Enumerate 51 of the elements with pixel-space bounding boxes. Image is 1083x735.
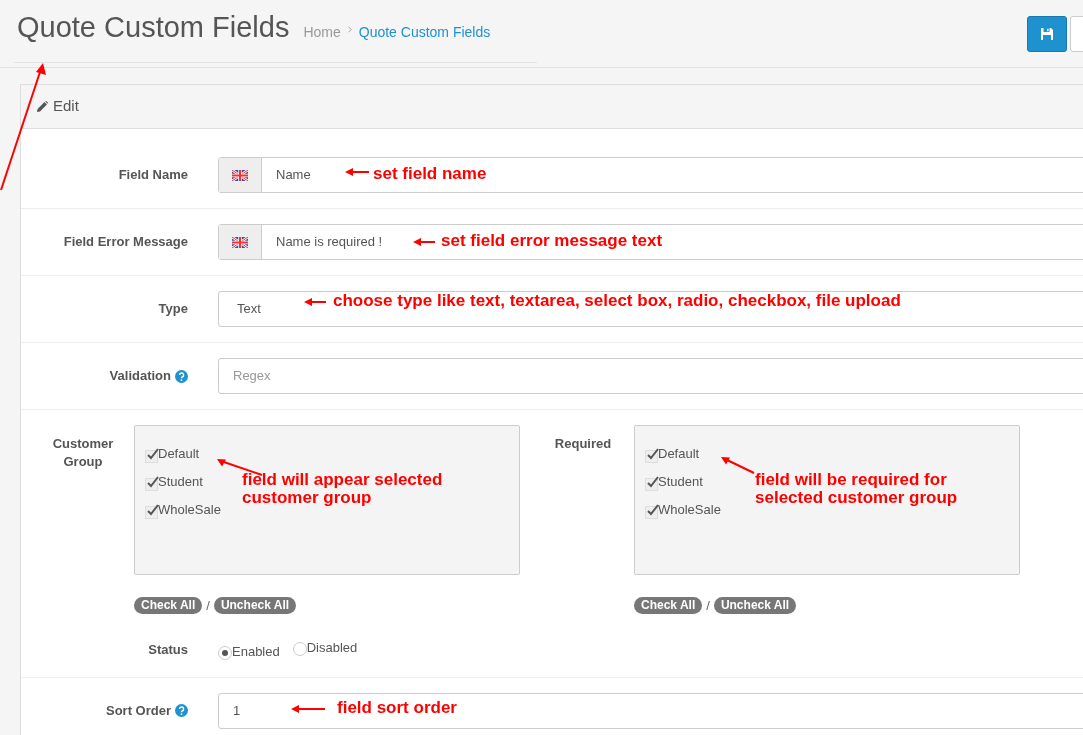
radio-button[interactable] [218, 646, 232, 660]
save-button[interactable] [1027, 16, 1067, 52]
separator: / [706, 597, 710, 615]
checkbox[interactable] [645, 450, 658, 463]
checkbox-label: Default [658, 444, 700, 463]
save-icon [1040, 27, 1054, 41]
pencil-icon [36, 100, 48, 113]
panel-title: Edit [53, 96, 79, 117]
flag-icon [232, 169, 248, 181]
breadcrumb-link[interactable]: Home [303, 22, 341, 43]
annotation-arrow [721, 456, 755, 474]
annotation-text: field will be required for selected customer group [755, 471, 959, 507]
checkbox-label: WholeSale [658, 500, 721, 519]
link-button[interactable]: Uncheck All [713, 597, 797, 615]
annotation-arrow [413, 236, 435, 248]
field-label: Field Error Message [63, 233, 188, 252]
group-label: Required [553, 435, 613, 453]
checkbox[interactable] [145, 506, 158, 519]
separator: / [206, 597, 210, 615]
checkbox-label: WholeSale [158, 500, 221, 519]
annotation-text: field will appear selected customer group [242, 471, 444, 507]
link-button[interactable]: Uncheck All [213, 597, 297, 615]
field-label: Status [148, 640, 188, 659]
link-button[interactable]: Check All [634, 597, 703, 615]
radio-button[interactable] [292, 642, 307, 656]
checkbox-label: Student [658, 472, 703, 491]
checkbox-label: Student [158, 472, 203, 491]
annotation-arrow [304, 296, 326, 308]
radio-label: Disabled [306, 638, 358, 657]
field-label: Validation [109, 367, 171, 386]
annotation-arrow [345, 166, 369, 178]
text-input[interactable]: Regex [218, 358, 1083, 394]
annotation-text: field sort order [337, 699, 457, 717]
field-label: Sort Order [106, 701, 171, 720]
radio-label: Enabled [232, 642, 280, 661]
group-label: Customer Group [51, 435, 115, 471]
checkbox[interactable] [145, 450, 158, 463]
page-title: Quote Custom Fields [17, 10, 290, 45]
checkbox-label: Default [158, 444, 200, 463]
flag-icon [232, 236, 248, 248]
link-button[interactable]: Check All [134, 597, 203, 615]
field-label: Field Name [118, 166, 188, 185]
annotation-text: set field error message text [441, 232, 663, 250]
annotation-text: choose type like text, textarea, select box, radio, checkbox, file upload [333, 292, 901, 310]
checkbox[interactable] [645, 478, 658, 491]
breadcrumb-link[interactable]: Quote Custom Fields [358, 22, 491, 43]
checkbox[interactable] [145, 478, 158, 491]
annotation-arrow [291, 703, 325, 715]
annotation-text: set field name [373, 165, 487, 183]
field-label: Type [158, 300, 188, 319]
checkbox[interactable] [645, 506, 658, 519]
